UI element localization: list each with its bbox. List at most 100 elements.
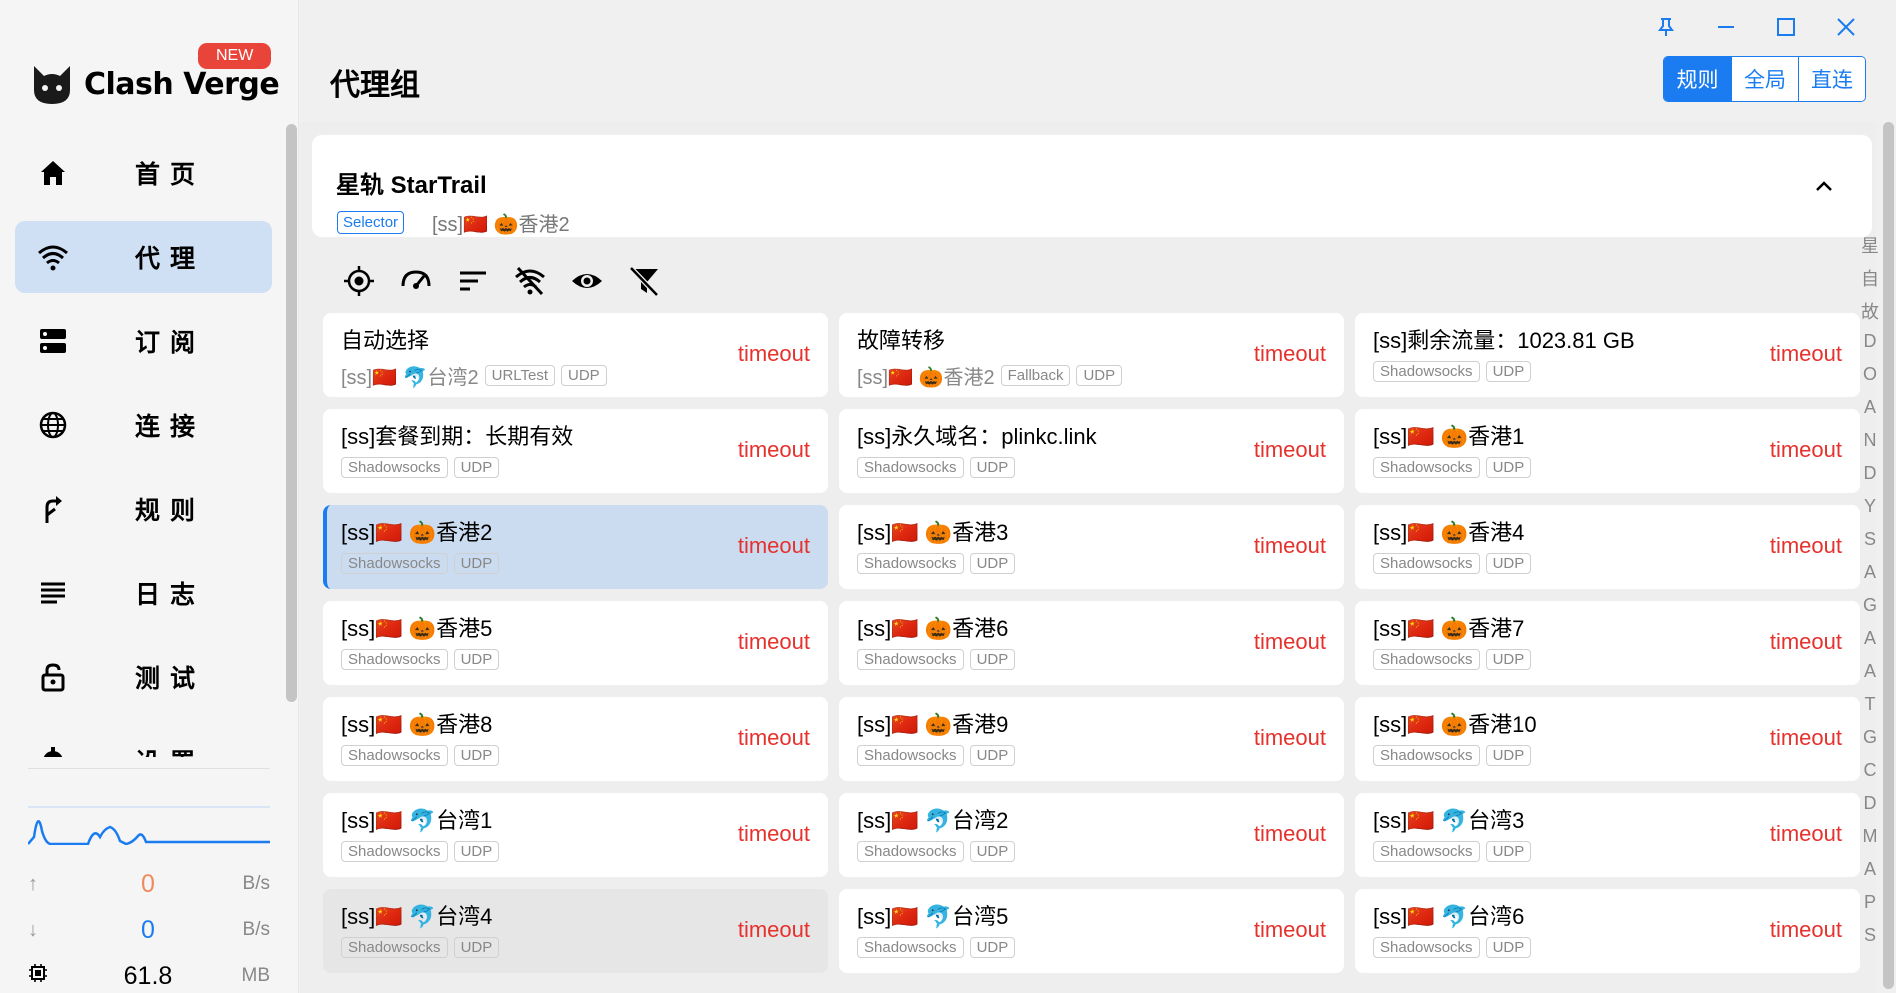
alpha-index-letter[interactable]: 星 (1855, 232, 1885, 265)
proxy-tag: Shadowsocks (341, 649, 448, 670)
nav-label: 订阅 (135, 329, 206, 357)
upload-unit: B/s (242, 873, 270, 894)
proxy-card[interactable]: [ss]🇨🇳 🎃香港8 Shadowsocks UDP timeout (323, 697, 828, 781)
proxy-card[interactable]: [ss]🇨🇳 🎃香港10 Shadowsocks UDP timeout (1355, 697, 1860, 781)
nav-item-7[interactable]: 设置 (15, 725, 272, 757)
proxy-card[interactable]: [ss]剩余流量：1023.81 GB Shadowsocks UDP timeout (1355, 313, 1860, 397)
proxy-name: [ss]🇨🇳 🎃香港7 (1373, 616, 1525, 641)
proxy-delay[interactable]: timeout (1254, 629, 1326, 655)
proxy-delay[interactable]: timeout (738, 437, 810, 463)
proxy-card[interactable]: [ss]永久域名：plinkc.link Shadowsocks UDP timeou… (839, 409, 1344, 493)
chevron-up-icon[interactable] (1812, 175, 1836, 199)
close-button[interactable] (1816, 12, 1876, 42)
proxy-card[interactable]: [ss]套餐到期：长期有效 Shadowsocks UDP timeout (323, 409, 828, 493)
proxy-card[interactable]: 故障转移 [ss]🇨🇳 🎃香港2 Fallback UDP timeout (839, 313, 1344, 397)
proxy-card[interactable]: [ss]🇨🇳 🎃香港7 Shadowsocks UDP timeout (1355, 601, 1860, 685)
proxy-delay[interactable]: timeout (738, 533, 810, 559)
proxy-tags: [ss]🇨🇳 🎃香港2 Fallback UDP (857, 361, 1128, 390)
proxy-delay[interactable]: timeout (1770, 629, 1842, 655)
nav-item-6[interactable]: 测试 (15, 641, 272, 713)
locate-icon (343, 266, 374, 296)
nav-item-1[interactable]: 代理 (15, 221, 272, 293)
proxy-card[interactable]: [ss]🇨🇳 🎃香港9 Shadowsocks UDP timeout (839, 697, 1344, 781)
proxy-tags: Shadowsocks UDP (857, 649, 1021, 670)
proxy-card[interactable]: [ss]🇨🇳 🐬台湾3 Shadowsocks UDP timeout (1355, 793, 1860, 877)
alpha-index-letter[interactable]: 自 (1855, 265, 1885, 298)
proxy-tag: Shadowsocks (857, 457, 964, 478)
traffic-sparkline (28, 806, 270, 845)
proxy-card[interactable]: [ss]🇨🇳 🎃香港2 Shadowsocks UDP timeout (323, 505, 828, 589)
speed-test-icon (401, 270, 430, 289)
proxy-delay[interactable]: timeout (1254, 533, 1326, 559)
proxy-card[interactable]: 自动选择 [ss]🇨🇳 🐬台湾2 URLTest UDP timeout (323, 313, 828, 397)
nav-item-0[interactable]: 首页 (15, 137, 272, 209)
url-test-button[interactable] (501, 256, 558, 306)
proxy-tag: UDP (969, 649, 1016, 670)
proxy-card[interactable]: [ss]🇨🇳 🎃香港1 Shadowsocks UDP timeout (1355, 409, 1860, 493)
proxy-delay[interactable]: timeout (1254, 725, 1326, 751)
cat-logo-icon (34, 66, 70, 104)
locate-button[interactable] (330, 256, 387, 306)
proxy-name: [ss]🇨🇳 🐬台湾6 (1373, 904, 1525, 929)
proxy-tags: Shadowsocks UDP (341, 745, 505, 766)
filter-button[interactable] (615, 256, 672, 306)
proxy-tag: Fallback (1000, 365, 1071, 386)
mode-button-2[interactable]: 直连 (1798, 57, 1865, 101)
arrow-up-icon: ↑ (28, 872, 38, 895)
proxy-tag: Shadowsocks (1373, 553, 1480, 574)
proxy-card[interactable]: [ss]🇨🇳 🐬台湾1 Shadowsocks UDP timeout (323, 793, 828, 877)
proxy-delay[interactable]: timeout (738, 917, 810, 943)
proxy-tag: Shadowsocks (341, 745, 448, 766)
proxy-tag: UDP (969, 553, 1016, 574)
proxy-card[interactable]: [ss]🇨🇳 🐬台湾6 Shadowsocks UDP timeout (1355, 889, 1860, 973)
proxy-delay[interactable]: timeout (738, 725, 810, 751)
proxy-delay[interactable]: timeout (1254, 821, 1326, 847)
globe-icon (37, 409, 69, 441)
proxy-card[interactable]: [ss]🇨🇳 🎃香港5 Shadowsocks UDP timeout (323, 601, 828, 685)
mode-button-0[interactable]: 规则 (1664, 57, 1731, 101)
proxy-delay[interactable]: timeout (1254, 437, 1326, 463)
proxy-tags: Shadowsocks UDP (341, 553, 505, 574)
proxy-card[interactable]: [ss]🇨🇳 🎃香港6 Shadowsocks UDP timeout (839, 601, 1344, 685)
proxy-card[interactable]: [ss]🇨🇳 🐬台湾2 Shadowsocks UDP timeout (839, 793, 1344, 877)
proxy-delay[interactable]: timeout (1770, 917, 1842, 943)
proxy-card[interactable]: [ss]🇨🇳 🎃香港4 Shadowsocks UDP timeout (1355, 505, 1860, 589)
nav-item-4[interactable]: 规则 (15, 473, 272, 545)
proxy-delay[interactable]: timeout (1770, 341, 1842, 367)
proxy-delay[interactable]: timeout (738, 341, 810, 367)
proxy-card[interactable]: [ss]🇨🇳 🐬台湾4 Shadowsocks UDP timeout (323, 889, 828, 973)
proxy-name: [ss]🇨🇳 🐬台湾1 (341, 808, 493, 833)
sidebar-scrollbar[interactable] (286, 124, 297, 702)
proxy-delay[interactable]: timeout (738, 629, 810, 655)
proxy-card[interactable]: [ss]🇨🇳 🎃香港3 Shadowsocks UDP timeout (839, 505, 1344, 589)
proxy-tag: UDP (969, 937, 1016, 958)
pin-button[interactable] (1636, 12, 1696, 42)
main-scrollbar[interactable] (1883, 122, 1894, 989)
maximize-button[interactable] (1756, 12, 1816, 42)
sort-button[interactable] (444, 256, 501, 306)
proxy-delay[interactable]: timeout (1770, 533, 1842, 559)
proxy-tags: Shadowsocks UDP (1373, 553, 1537, 574)
nav-item-5[interactable]: 日志 (15, 557, 272, 629)
proxy-name: [ss]🇨🇳 🐬台湾4 (341, 904, 493, 929)
proxy-now: [ss]🇨🇳 🐬台湾2 (341, 367, 479, 389)
mode-button-1[interactable]: 全局 (1731, 57, 1798, 101)
proxy-delay[interactable]: timeout (1770, 437, 1842, 463)
proxy-delay[interactable]: timeout (1254, 341, 1326, 367)
proxy-tags: Shadowsocks UDP (1373, 745, 1537, 766)
proxy-delay[interactable]: timeout (1254, 917, 1326, 943)
proxy-delay[interactable]: timeout (1770, 725, 1842, 751)
nav-item-2[interactable]: 订阅 (15, 305, 272, 377)
proxy-delay[interactable]: timeout (738, 821, 810, 847)
nav-item-3[interactable]: 连接 (15, 389, 272, 461)
speed-test-button[interactable] (387, 256, 444, 306)
proxy-tag: UDP (1076, 365, 1123, 386)
proxy-delay[interactable]: timeout (1770, 821, 1842, 847)
visibility-button[interactable] (558, 256, 615, 306)
proxy-tag: Shadowsocks (1373, 457, 1480, 478)
proxy-tags: Shadowsocks UDP (857, 457, 1021, 478)
proxy-group-card[interactable]: 星轨 StarTrail Selector [ss]🇨🇳 🎃香港2 (312, 135, 1872, 237)
proxy-card[interactable]: [ss]🇨🇳 🐬台湾5 Shadowsocks UDP timeout (839, 889, 1344, 973)
minimize-button[interactable] (1696, 12, 1756, 42)
proxy-tag: UDP (561, 365, 607, 386)
